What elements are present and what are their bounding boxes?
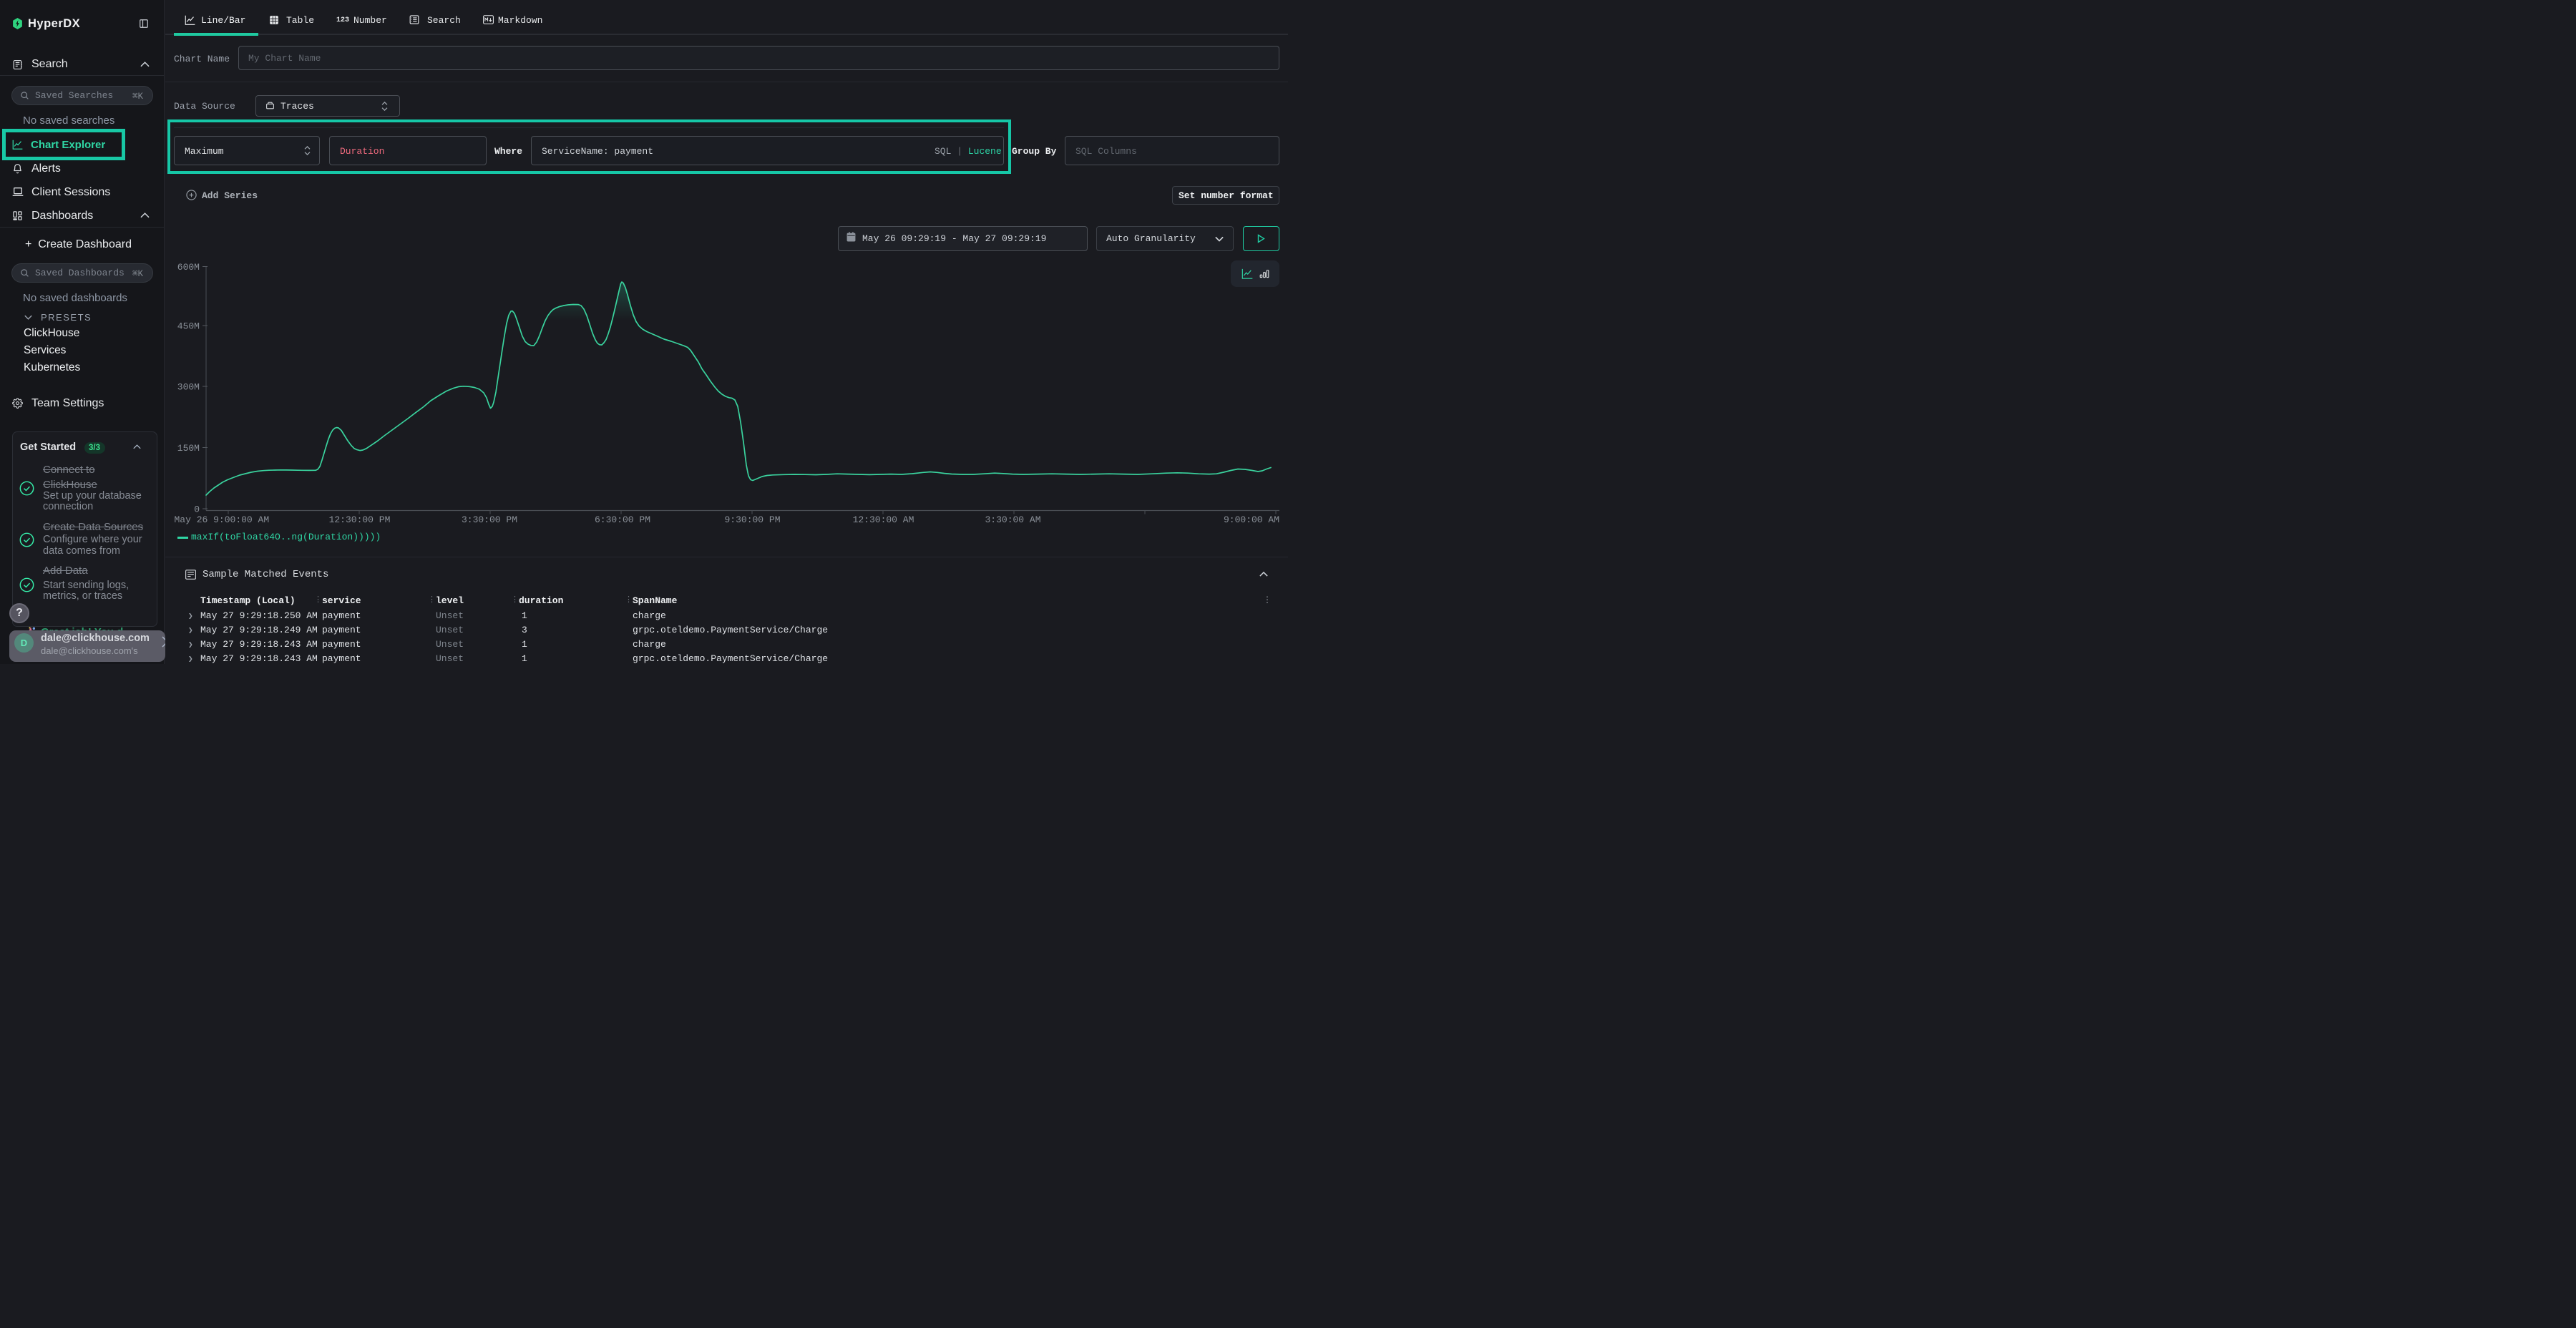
svg-text:9:30:00 PM: 9:30:00 PM — [724, 514, 780, 525]
svg-text:300M: 300M — [177, 382, 200, 393]
svg-text:3:30:00 AM: 3:30:00 AM — [985, 514, 1040, 525]
svg-text:150M: 150M — [177, 443, 200, 454]
svg-text:600M: 600M — [177, 262, 200, 273]
svg-text:9:00:00 AM: 9:00:00 AM — [1224, 514, 1279, 525]
svg-text:3:30:00 PM: 3:30:00 PM — [462, 514, 517, 525]
svg-text:450M: 450M — [177, 321, 200, 332]
svg-text:6:30:00 PM: 6:30:00 PM — [595, 514, 650, 525]
svg-text:12:30:00 AM: 12:30:00 AM — [853, 514, 914, 525]
svg-text:12:30:00 PM: 12:30:00 PM — [329, 514, 391, 525]
svg-text:May 26 9:00:00 AM: May 26 9:00:00 AM — [175, 514, 270, 525]
svg-text:0: 0 — [194, 504, 200, 515]
